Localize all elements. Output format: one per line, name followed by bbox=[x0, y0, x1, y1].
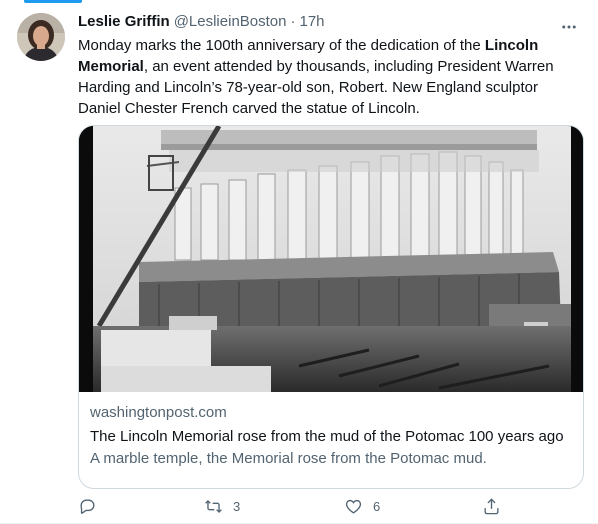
tweet-actions: 3 6 bbox=[78, 490, 584, 522]
tweet-text: Monday marks the 100th anniversary of th… bbox=[78, 35, 570, 119]
tweet[interactable]: Leslie Griffin @LeslieinBoston · 17h Mon… bbox=[0, 0, 598, 524]
tweet-header: Leslie Griffin @LeslieinBoston · 17h bbox=[78, 12, 586, 32]
share-button[interactable] bbox=[482, 490, 501, 522]
like-button[interactable]: 6 bbox=[344, 490, 380, 522]
heart-icon bbox=[345, 499, 362, 514]
like-count: 6 bbox=[373, 498, 381, 514]
avatar[interactable] bbox=[17, 13, 65, 61]
card-image bbox=[79, 126, 583, 392]
card-title: The Lincoln Memorial rose from the mud o… bbox=[90, 428, 564, 445]
retweet-icon bbox=[205, 499, 222, 513]
card-domain: washingtonpost.com bbox=[90, 404, 227, 421]
tweet-text-part: , an event attended by thousands, includ… bbox=[78, 58, 554, 117]
link-card[interactable]: washingtonpost.com The Lincoln Memorial … bbox=[78, 125, 584, 489]
more-icon bbox=[562, 25, 576, 29]
separator-dot: · bbox=[290, 13, 296, 30]
avatar-photo bbox=[17, 13, 65, 61]
author-name[interactable]: Leslie Griffin bbox=[78, 12, 170, 32]
more-options-button[interactable] bbox=[560, 18, 578, 36]
lincoln-memorial-photo bbox=[79, 126, 583, 392]
reply-icon bbox=[80, 498, 95, 514]
tweet-content: Leslie Griffin @LeslieinBoston · 17h Mon… bbox=[78, 12, 586, 514]
share-icon bbox=[484, 497, 499, 514]
card-info: washingtonpost.com The Lincoln Memorial … bbox=[90, 403, 570, 469]
timestamp[interactable]: 17h bbox=[299, 12, 324, 32]
tweet-text-part: Monday marks the 100th anniversary of th… bbox=[78, 37, 485, 54]
retweet-button[interactable]: 3 bbox=[204, 490, 240, 522]
reply-button[interactable] bbox=[78, 490, 97, 522]
card-description: A marble temple, the Memorial rose from … bbox=[90, 450, 487, 467]
author-handle[interactable]: @LeslieinBoston bbox=[174, 12, 287, 32]
retweet-count: 3 bbox=[233, 498, 241, 514]
